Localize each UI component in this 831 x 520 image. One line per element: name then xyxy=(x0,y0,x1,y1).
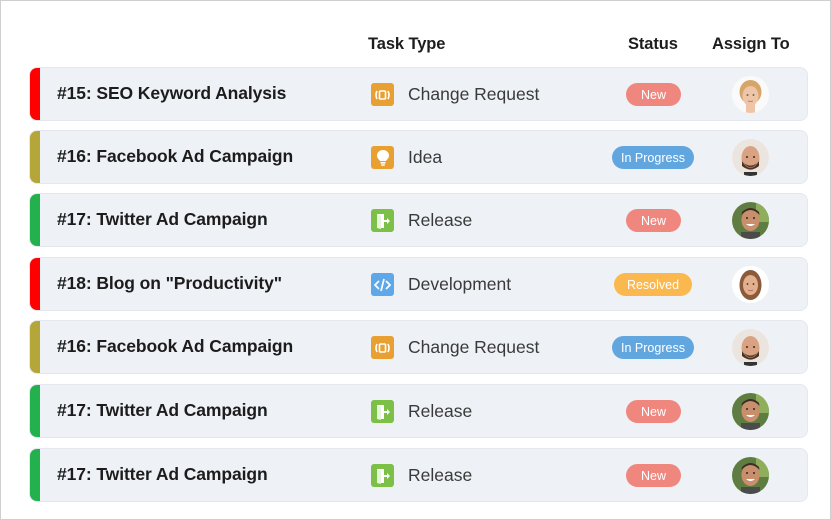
task-row[interactable]: #17: Twitter Ad Campaign Release New xyxy=(29,193,808,247)
priority-indicator-high xyxy=(30,68,40,120)
task-row[interactable]: #15: SEO Keyword Analysis Change Request N… xyxy=(29,67,808,121)
man-smiling-avatar[interactable] xyxy=(732,202,769,239)
task-row[interactable]: #18: Blog on "Productivity" Development Re… xyxy=(29,257,808,311)
priority-indicator-medium xyxy=(30,131,40,183)
status-badge[interactable]: In Progress xyxy=(612,146,694,169)
priority-indicator-low xyxy=(30,385,40,437)
task-row[interactable]: #17: Twitter Ad Campaign Release New xyxy=(29,384,808,438)
priority-indicator-low xyxy=(30,194,40,246)
priority-indicator-high xyxy=(30,258,40,310)
status-badge[interactable]: Resolved xyxy=(614,273,692,296)
task-title[interactable]: #17: Twitter Ad Campaign xyxy=(57,464,268,485)
task-list-panel: Task Type Status Assign To #15: SEO Keyw… xyxy=(0,0,831,520)
woman-brunette-avatar[interactable] xyxy=(732,266,769,303)
man-bearded-avatar[interactable] xyxy=(732,139,769,176)
table-header: Task Type Status Assign To xyxy=(1,35,831,57)
column-header-status: Status xyxy=(628,35,678,53)
code-icon xyxy=(371,273,394,296)
task-row[interactable]: #16: Facebook Ad Campaign Idea In Progress xyxy=(29,130,808,184)
release-door-icon xyxy=(371,209,394,232)
column-header-assign-to: Assign To xyxy=(712,35,790,53)
task-type-label: Release xyxy=(408,401,473,421)
priority-indicator-low xyxy=(30,449,40,501)
man-bearded-avatar[interactable] xyxy=(732,329,769,366)
change-request-icon xyxy=(371,83,394,106)
task-title[interactable]: #17: Twitter Ad Campaign xyxy=(57,209,268,230)
status-badge[interactable]: In Progress xyxy=(612,336,694,359)
status-badge[interactable]: New xyxy=(626,209,681,232)
man-smiling-avatar[interactable] xyxy=(732,457,769,494)
task-type-label: Development xyxy=(408,274,512,294)
task-type-label: Change Request xyxy=(408,84,540,104)
task-type-label: Release xyxy=(408,210,473,230)
task-type-label: Release xyxy=(408,465,473,485)
status-badge[interactable]: New xyxy=(626,83,681,106)
woman-blonde-avatar[interactable] xyxy=(732,76,769,113)
task-type-label: Idea xyxy=(408,147,443,167)
priority-indicator-medium xyxy=(30,321,40,373)
man-smiling-avatar[interactable] xyxy=(732,393,769,430)
task-title[interactable]: #16: Facebook Ad Campaign xyxy=(57,336,293,357)
task-row[interactable]: #16: Facebook Ad Campaign Change Request I… xyxy=(29,320,808,374)
column-header-task-type: Task Type xyxy=(368,35,446,53)
task-title[interactable]: #17: Twitter Ad Campaign xyxy=(57,400,268,421)
task-title[interactable]: #15: SEO Keyword Analysis xyxy=(57,83,286,104)
release-door-icon xyxy=(371,400,394,423)
task-row[interactable]: #17: Twitter Ad Campaign Release New xyxy=(29,448,808,502)
task-title[interactable]: #16: Facebook Ad Campaign xyxy=(57,146,293,167)
release-door-icon xyxy=(371,464,394,487)
task-title[interactable]: #18: Blog on "Productivity" xyxy=(57,273,282,294)
status-badge[interactable]: New xyxy=(626,464,681,487)
task-type-label: Change Request xyxy=(408,337,540,357)
lightbulb-icon xyxy=(371,146,394,169)
change-request-icon xyxy=(371,336,394,359)
status-badge[interactable]: New xyxy=(626,400,681,423)
